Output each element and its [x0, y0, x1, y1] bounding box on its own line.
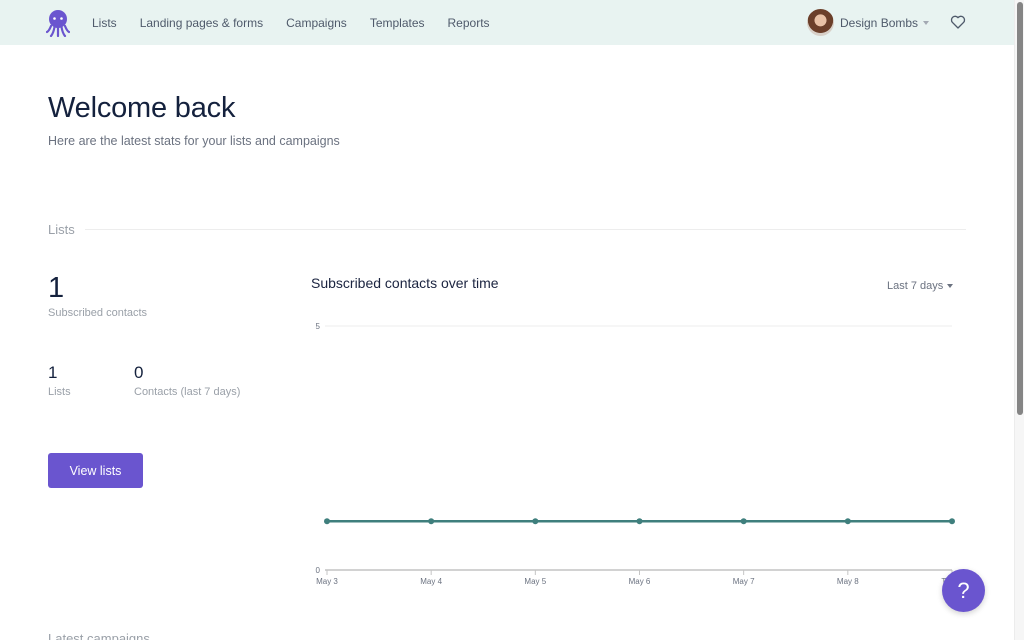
data-point: [324, 518, 330, 525]
main-nav: Lists Landing pages & forms Campaigns Te…: [92, 0, 513, 45]
page-title: Welcome back: [48, 92, 236, 124]
x-tick-label: May 8: [837, 577, 859, 586]
nav-campaigns[interactable]: Campaigns: [286, 16, 347, 30]
subscribed-contacts-chart: 05May 3May 4May 5May 6May 7May 8Today: [316, 322, 963, 586]
lists-count-label: Lists: [48, 386, 71, 398]
user-menu[interactable]: Design Bombs: [807, 9, 930, 36]
heart-icon[interactable]: [950, 14, 966, 30]
view-lists-button[interactable]: View lists: [48, 453, 143, 488]
data-point: [844, 518, 851, 525]
page-subtitle: Here are the latest stats for your lists…: [48, 134, 340, 148]
lists-count-value: 1: [48, 363, 58, 382]
recent-contacts-value: 0: [134, 363, 144, 382]
page-scrollbar[interactable]: [1014, 0, 1024, 640]
nav-lists[interactable]: Lists: [92, 16, 117, 30]
nav-landing-pages-forms[interactable]: Landing pages & forms: [140, 16, 263, 30]
scrollbar-thumb[interactable]: [1017, 2, 1023, 415]
x-tick-label: May 4: [420, 577, 442, 586]
subscribed-contacts-value: 1: [48, 272, 65, 304]
help-button[interactable]: ?: [942, 569, 985, 612]
data-point: [740, 518, 747, 525]
avatar: [807, 9, 834, 36]
top-navigation-bar: Lists Landing pages & forms Campaigns Te…: [0, 0, 1014, 45]
x-tick-label: May 7: [733, 577, 755, 586]
user-name: Design Bombs: [840, 15, 919, 30]
y-tick-label: 5: [316, 322, 321, 331]
x-tick-label: May 3: [316, 577, 338, 586]
date-range-dropdown[interactable]: Last 7 days: [887, 280, 954, 292]
data-point: [428, 518, 435, 525]
data-point: [949, 518, 955, 525]
x-tick-label: May 6: [629, 577, 651, 586]
nav-templates[interactable]: Templates: [370, 16, 425, 30]
x-tick-label: May 5: [524, 577, 546, 586]
date-range-value: Last 7 days: [887, 280, 944, 292]
lists-section-label: Lists: [48, 222, 85, 237]
chevron-down-icon: [923, 20, 930, 25]
subscribed-contacts-label: Subscribed contacts: [48, 307, 148, 319]
octopus-logo-icon[interactable]: [46, 9, 70, 37]
chart-title: Subscribed contacts over time: [311, 275, 499, 291]
section-divider: [48, 229, 966, 230]
y-tick-label: 0: [316, 566, 321, 575]
data-point: [636, 518, 643, 525]
data-point: [532, 518, 539, 525]
latest-campaigns-section-label: Latest campaigns: [48, 631, 150, 640]
chevron-down-icon: [947, 284, 954, 288]
nav-reports[interactable]: Reports: [448, 16, 490, 30]
recent-contacts-label: Contacts (last 7 days): [134, 386, 241, 398]
